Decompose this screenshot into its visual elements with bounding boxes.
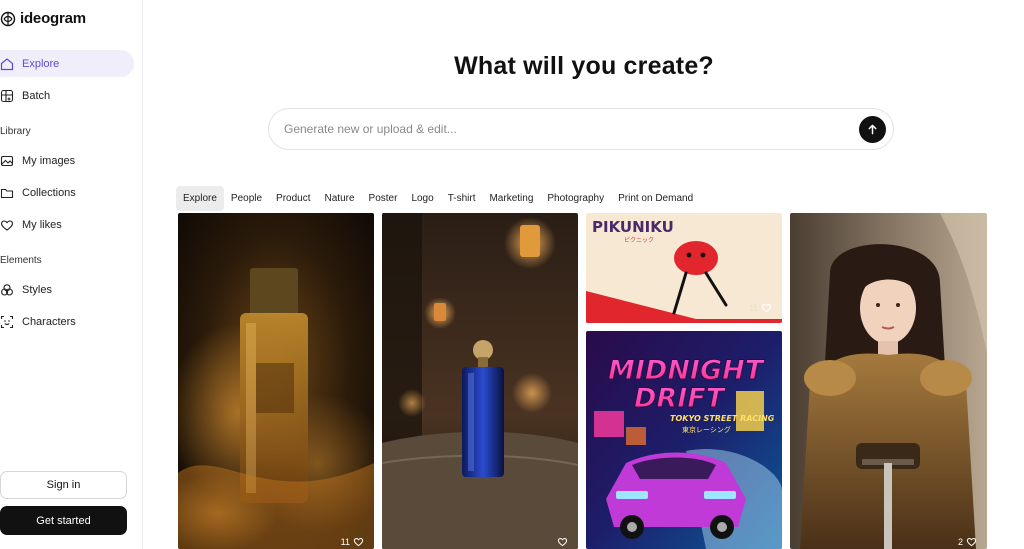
sidebar-item-collections[interactable]: Collections [0,179,134,206]
svg-text:MIDNIGHT: MIDNIGHT [608,355,766,386]
sidebar-item-label: My likes [22,218,62,231]
category-tabs: Explore People Product Nature Poster Log… [176,186,700,211]
styles-icon [1,283,13,296]
batch-icon [0,89,14,102]
sidebar-item-batch[interactable]: Batch [0,82,134,109]
arrow-up-icon [868,124,877,135]
tab-product[interactable]: Product [269,186,317,211]
gallery-card-armored-woman[interactable]: 2 [790,213,987,549]
tab-marketing[interactable]: Marketing [482,186,540,211]
tab-t-shirt[interactable]: T-shirt [441,186,483,211]
midnight-drift-jp-text: 東京レーシング [682,425,731,434]
heart-icon [1,219,13,231]
page-title: What will you create? [454,52,714,80]
like-count-value: 11 [340,536,350,547]
sidebar-item-label: Styles [22,283,52,296]
perfume-blue-image [382,213,578,549]
sidebar: ideogram Explore Batch Library My images… [0,0,143,549]
heart-outline-icon [353,537,364,547]
tab-nature[interactable]: Nature [318,186,362,211]
submit-button[interactable] [859,116,886,143]
like-count-value: 2 [957,536,963,547]
folder-icon [0,188,14,198]
armored-woman-image [790,213,987,549]
logo[interactable]: ideogram [0,10,86,27]
sidebar-item-label: Batch [22,89,51,102]
get-started-button[interactable]: Get started [0,506,127,535]
gallery-card-perfume-blue[interactable] [382,213,578,549]
images-icon [0,155,14,166]
like-count[interactable]: 11 [341,536,364,547]
like-count[interactable] [554,536,568,547]
sidebar-item-explore[interactable]: Explore [0,50,134,77]
sidebar-item-label: Collections [22,186,76,199]
tab-people[interactable]: People [224,186,269,211]
tab-logo[interactable]: Logo [404,186,440,211]
sidebar-item-label: My images [22,154,76,167]
ideogram-logo-icon [0,11,16,26]
tab-poster[interactable]: Poster [362,186,405,211]
midnight-drift-subtitle: TOKYO STREET RACING [670,414,775,423]
sidebar-item-my-likes[interactable]: My likes [0,211,134,238]
prompt-bar [268,108,894,150]
pikuniku-subtitle: ピクニック [624,237,654,244]
gallery-card-perfume-gold[interactable]: 11 [178,213,374,549]
midnight-drift-poster-image: MIDNIGHT DRIFT TOKYO STREET RACING 東京レーシ… [586,331,782,549]
perfume-gold-image [178,213,374,549]
sidebar-item-label: Explore [22,57,60,70]
heart-outline-icon [557,537,568,547]
logo-text: ideogram [20,10,86,27]
sidebar-item-styles[interactable]: Styles [0,276,134,303]
sidebar-item-my-images[interactable]: My images [0,147,134,174]
elements-section-label: Elements [0,255,42,266]
like-count-value: 11 [748,302,758,313]
gallery-card-midnight-drift[interactable]: MIDNIGHT DRIFT TOKYO STREET RACING 東京レーシ… [586,331,782,549]
gallery-card-pikuniku[interactable]: PIKUNIKU ピクニック 11 [586,213,782,323]
home-icon [0,57,14,70]
tab-photography[interactable]: Photography [540,186,611,211]
sign-in-button[interactable]: Sign in [0,471,127,499]
sidebar-item-label: Characters [22,315,76,328]
tab-explore[interactable]: Explore [176,186,224,211]
heart-outline-icon [761,303,772,313]
like-count[interactable]: 2 [958,536,977,547]
svg-text:DRIFT: DRIFT [634,383,727,414]
tab-print-on-demand[interactable]: Print on Demand [611,186,700,211]
heart-outline-icon [966,537,977,547]
characters-icon [0,315,14,328]
like-count[interactable]: 11 [749,302,772,313]
sidebar-item-characters[interactable]: Characters [0,308,134,335]
pikuniku-title: PIKUNIKU [592,218,674,236]
prompt-input[interactable] [284,122,893,136]
library-section-label: Library [0,126,31,137]
